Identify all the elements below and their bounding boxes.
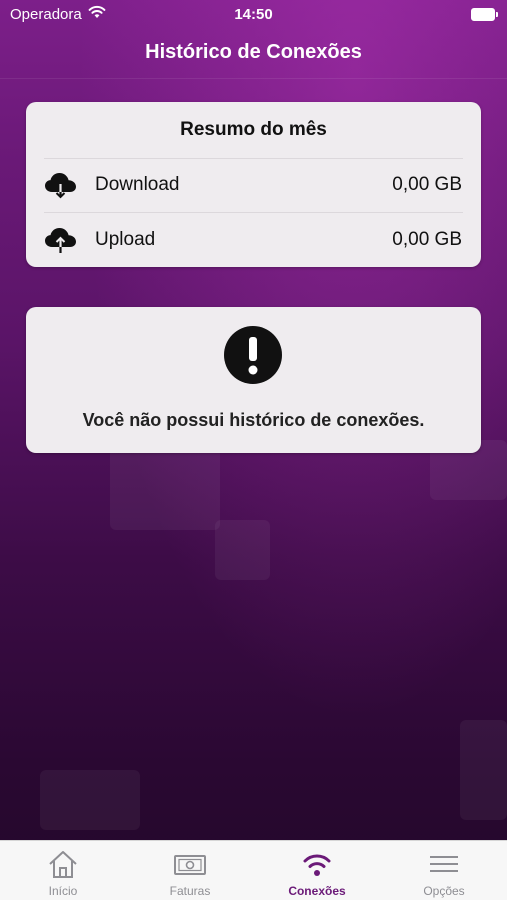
tab-conexoes[interactable]: Conexões	[254, 841, 380, 900]
upload-row: Upload 0,00 GB	[26, 213, 481, 267]
tab-inicio[interactable]: Início	[0, 841, 126, 900]
download-label: Download	[95, 174, 180, 195]
background-blotch	[110, 440, 220, 530]
tab-label: Conexões	[288, 884, 346, 898]
tab-label: Faturas	[169, 884, 211, 898]
background-blotch	[215, 520, 270, 580]
download-row: Download 0,00 GB	[26, 158, 481, 212]
exclamation-icon	[224, 326, 282, 384]
bill-icon	[174, 855, 206, 875]
app-screen: Operadora 14:50 Histórico de Conexões Re…	[0, 0, 507, 900]
upload-value: 0,00 GB	[392, 229, 462, 250]
tab-opcoes[interactable]: Opções	[381, 841, 507, 900]
menu-icon	[430, 856, 458, 872]
empty-history-message: Você não possui histórico de conexões.	[82, 410, 425, 430]
navigation-bar: Histórico de Conexões	[0, 30, 507, 79]
clock: 14:50	[234, 6, 273, 23]
tab-label: Início	[48, 884, 78, 898]
background-blotch	[460, 720, 507, 820]
cloud-download-icon	[45, 173, 76, 199]
background-blotch	[40, 770, 140, 830]
empty-history-card: Você não possui histórico de conexões.	[26, 307, 481, 453]
home-icon	[49, 851, 77, 878]
wifi-icon	[303, 854, 331, 876]
upload-label: Upload	[95, 229, 156, 250]
tab-faturas[interactable]: Faturas	[127, 841, 253, 900]
tab-label: Opções	[423, 884, 465, 898]
cloud-upload-icon	[45, 228, 76, 253]
download-value: 0,00 GB	[392, 174, 462, 195]
tab-bar: Início Faturas Conexões Opções	[0, 840, 507, 900]
page-title: Histórico de Conexões	[145, 41, 362, 63]
summary-title: Resumo do mês	[180, 119, 327, 140]
status-bar: Operadora 14:50	[0, 0, 507, 30]
monthly-summary-card: Resumo do mês Download 0,00 GB Upload 0,…	[26, 102, 481, 267]
battery-icon	[471, 8, 498, 21]
